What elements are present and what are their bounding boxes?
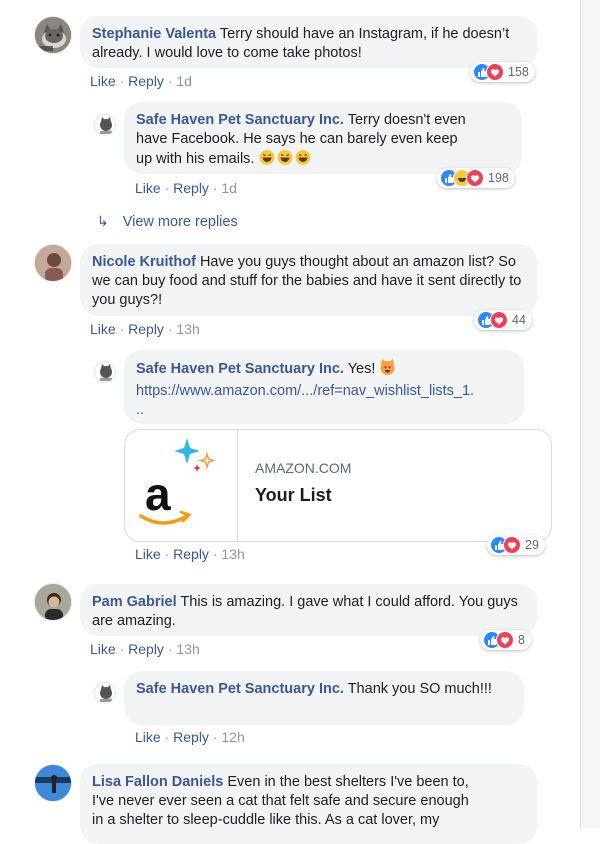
comment-bubble: Lisa Fallon Daniels Even in the best she… xyxy=(80,764,537,844)
reaction-summary[interactable]: 8 xyxy=(480,630,531,650)
reaction-count: 29 xyxy=(525,538,539,552)
amazon-wishlist-link[interactable]: https://www.amazon.com/.../ref=nav_wishl… xyxy=(136,383,474,399)
love-reaction-icon xyxy=(496,631,514,649)
like-link[interactable]: Like xyxy=(90,641,116,657)
sanctuary-logo-avatar[interactable] xyxy=(94,682,116,704)
like-link[interactable]: Like xyxy=(90,73,116,89)
person-avatar[interactable] xyxy=(34,583,72,621)
reaction-count: 158 xyxy=(508,65,529,79)
reply-link[interactable]: Reply xyxy=(128,73,164,89)
comment-actions: Like · Reply · 13h xyxy=(90,321,200,337)
comment-bubble: Pam Gabriel This is amazing. I gave what… xyxy=(80,584,537,636)
amazon-logo-image: a xyxy=(125,430,238,541)
comment-actions: Like · Reply · 13h xyxy=(135,546,245,562)
comment-actions: Like · Reply · 1d xyxy=(135,180,237,196)
comment-text: in a shelter to sleep-cuddle like this. … xyxy=(92,812,440,828)
comment-author[interactable]: Pam Gabriel xyxy=(92,594,177,610)
sanctuary-logo-icon xyxy=(100,685,112,702)
reaction-count: 44 xyxy=(512,313,526,327)
cat-photo-icon xyxy=(35,17,71,53)
comment-author[interactable]: Safe Haven Pet Sanctuary Inc. xyxy=(136,681,344,697)
like-link[interactable]: Like xyxy=(135,729,161,745)
comment-bubble: Safe Haven Pet Sanctuary Inc. Terry does… xyxy=(124,102,522,174)
like-link[interactable]: Like xyxy=(135,546,161,562)
person-photo-icon xyxy=(35,584,71,620)
reaction-summary[interactable]: 158 xyxy=(470,62,535,82)
comment-actions: Like · Reply · 1d xyxy=(90,73,192,89)
link-preview-card[interactable]: a AMAZON.COM Your List xyxy=(124,429,552,542)
reaction-summary[interactable]: 198 xyxy=(437,168,515,188)
link-preview-domain: AMAZON.COM xyxy=(255,460,352,476)
comment-timestamp[interactable]: 13h xyxy=(176,641,199,657)
reaction-count: 8 xyxy=(518,633,525,647)
reply-link[interactable]: Reply xyxy=(173,729,209,745)
comment-bubble: Safe Haven Pet Sanctuary Inc. Yes! 😻 htt… xyxy=(124,350,524,424)
comment-author[interactable]: Lisa Fallon Daniels xyxy=(92,774,223,790)
sanctuary-logo-avatar[interactable] xyxy=(94,114,116,136)
comment-actions: Like · Reply · 12h xyxy=(135,729,245,745)
view-more-replies-label: View more replies xyxy=(122,214,238,230)
amazon-wishlist-link-continued[interactable]: .. xyxy=(136,402,144,418)
comment-bubble: Safe Haven Pet Sanctuary Inc. Thank you … xyxy=(124,671,524,725)
heart-eyes-cat-emoji-icon: 😻 xyxy=(379,359,396,382)
laughing-emoji-icon: 😂😂😂 xyxy=(259,149,313,172)
link-preview-title: Your List xyxy=(255,485,332,505)
comment-timestamp[interactable]: 12h xyxy=(221,729,244,745)
cat-photo-avatar[interactable] xyxy=(34,16,72,54)
comment-actions: Like · Reply · 13h xyxy=(90,641,200,657)
comment-bubble: Nicole Kruithof Have you guys thought ab… xyxy=(80,244,537,316)
comment-text: I've never ever seen a cat that felt saf… xyxy=(92,793,469,809)
person-photo-icon xyxy=(35,765,71,801)
sanctuary-logo-icon xyxy=(100,117,112,134)
comment-timestamp[interactable]: 1d xyxy=(221,180,237,196)
love-reaction-icon xyxy=(466,169,484,187)
reaction-summary[interactable]: 44 xyxy=(474,310,532,330)
love-reaction-icon xyxy=(486,63,504,81)
view-more-replies-link[interactable]: ↳ View more replies xyxy=(97,213,238,230)
comment-text: Terry doesn't even xyxy=(347,112,466,128)
like-link[interactable]: Like xyxy=(90,321,116,337)
reaction-count: 198 xyxy=(488,171,509,185)
person-avatar[interactable] xyxy=(34,244,72,282)
comment-text: up with his emails. xyxy=(136,151,255,167)
comment-author[interactable]: Safe Haven Pet Sanctuary Inc. xyxy=(136,112,344,128)
comment-timestamp[interactable]: 13h xyxy=(221,546,244,562)
comment-text: have Facebook. He says he can barely eve… xyxy=(136,131,458,147)
comment-text: Even in the best shelters I've been to, xyxy=(227,774,469,790)
comment-timestamp[interactable]: 1d xyxy=(176,73,192,89)
sanctuary-logo-avatar[interactable] xyxy=(94,361,116,383)
reply-link[interactable]: Reply xyxy=(173,180,209,196)
person-photo-icon xyxy=(35,245,71,281)
sanctuary-logo-icon xyxy=(100,364,112,381)
person-avatar[interactable] xyxy=(34,764,72,802)
page-gutter xyxy=(581,0,600,829)
love-reaction-icon xyxy=(490,311,508,329)
like-link[interactable]: Like xyxy=(135,180,161,196)
comment-author[interactable]: Stephanie Valenta xyxy=(92,26,216,42)
comment-author[interactable]: Safe Haven Pet Sanctuary Inc. xyxy=(136,361,344,377)
comment-text: Thank you SO much!!! xyxy=(347,681,492,697)
comment-text: Yes! xyxy=(347,361,376,377)
reply-arrow-icon: ↳ xyxy=(97,213,109,229)
reply-link[interactable]: Reply xyxy=(173,546,209,562)
svg-text:a: a xyxy=(145,468,171,520)
reply-link[interactable]: Reply xyxy=(128,321,164,337)
comment-bubble: Stephanie Valenta Terry should have an I… xyxy=(80,16,537,68)
reaction-summary[interactable]: 29 xyxy=(487,535,545,555)
amazon-logo-icon: a xyxy=(139,438,217,525)
love-reaction-icon xyxy=(503,536,521,554)
comment-author[interactable]: Nicole Kruithof xyxy=(92,254,196,270)
reply-link[interactable]: Reply xyxy=(128,641,164,657)
comment-timestamp[interactable]: 13h xyxy=(176,321,199,337)
